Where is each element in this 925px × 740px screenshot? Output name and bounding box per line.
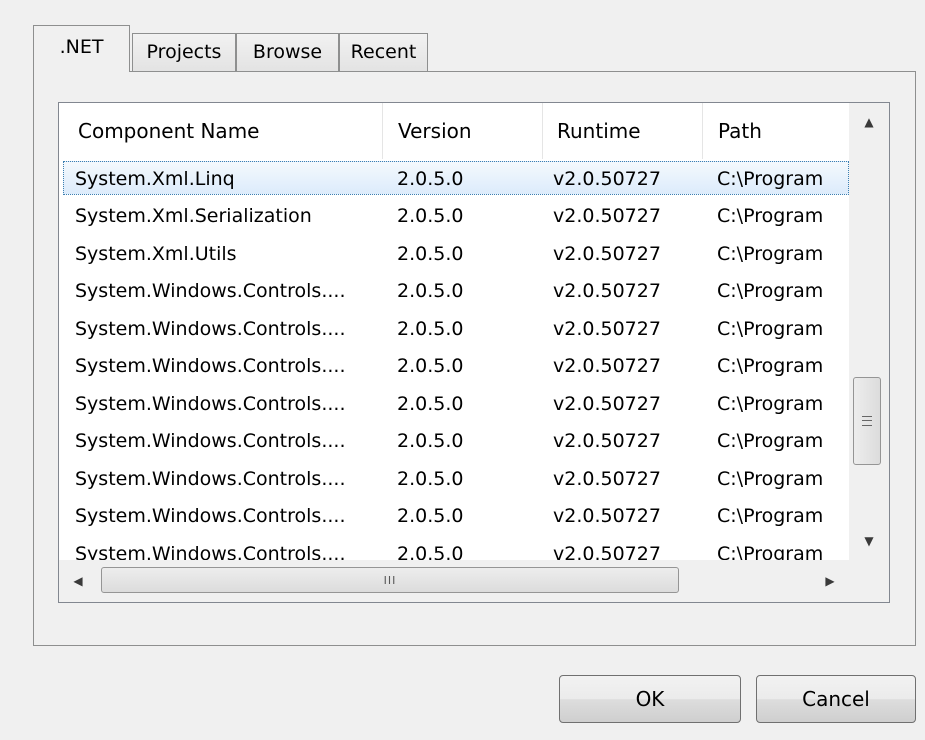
grip-icon: III bbox=[383, 573, 397, 587]
tab-dotnet[interactable]: .NET bbox=[33, 25, 130, 72]
cancel-button[interactable]: Cancel bbox=[756, 675, 916, 723]
vertical-scrollbar[interactable]: ▲ ▼ bbox=[849, 103, 889, 560]
column-header-version[interactable]: Version bbox=[383, 103, 543, 159]
component-name-cell: System.Xml.Serialization bbox=[75, 205, 312, 227]
list-item[interactable]: System.Xml.Utils 2.0.5.0 v2.0.50727 C:\Prog… bbox=[59, 235, 849, 272]
component-name-cell: System.Windows.Controls.... bbox=[75, 280, 346, 302]
version-cell: 2.0.5.0 bbox=[397, 280, 464, 302]
component-name-cell: System.Windows.Controls.... bbox=[75, 505, 346, 527]
tab-recent[interactable]: Recent bbox=[339, 33, 428, 71]
tab-recent-label: Recent bbox=[350, 41, 417, 63]
component-name-cell: System.Xml.Utils bbox=[75, 242, 237, 265]
column-header-path[interactable]: Path bbox=[703, 103, 849, 159]
ok-button[interactable]: OK bbox=[559, 675, 741, 723]
list-item[interactable]: System.Windows.Controls.... 2.0.5.0 v2.0.5… bbox=[59, 348, 849, 385]
grip-icon bbox=[862, 416, 872, 426]
version-cell: 2.0.5.0 bbox=[397, 242, 464, 265]
version-cell: 2.0.5.0 bbox=[397, 467, 464, 490]
column-header-label: Path bbox=[718, 119, 762, 143]
column-header-runtime[interactable]: Runtime bbox=[543, 103, 703, 159]
tab-browse[interactable]: Browse bbox=[236, 33, 339, 71]
runtime-cell: v2.0.50727 bbox=[553, 167, 661, 190]
path-cell: C:\Program bbox=[717, 392, 824, 415]
list-item[interactable]: System.Windows.Controls.... 2.0.5.0 v2.0.5… bbox=[59, 310, 849, 347]
list-item[interactable]: System.Windows.Controls.... 2.0.5.0 v2.0.5… bbox=[59, 385, 849, 422]
column-header-label: Runtime bbox=[557, 119, 641, 143]
path-cell: C:\Program bbox=[717, 430, 824, 452]
scroll-up-arrow-icon[interactable]: ▲ bbox=[849, 103, 889, 141]
component-name-cell: System.Windows.Controls.... bbox=[75, 392, 346, 415]
path-cell: C:\Program bbox=[717, 205, 824, 227]
runtime-cell: v2.0.50727 bbox=[553, 205, 661, 227]
list-item[interactable]: System.Windows.Controls.... 2.0.5.0 v2.0.5… bbox=[59, 273, 849, 310]
tab-browse-label: Browse bbox=[252, 41, 323, 63]
runtime-cell: v2.0.50727 bbox=[553, 505, 661, 527]
list-item[interactable]: System.Windows.Controls.... 2.0.5.0 v2.0.5… bbox=[59, 423, 849, 460]
column-header-component-name[interactable]: Component Name bbox=[59, 103, 383, 159]
runtime-cell: v2.0.50727 bbox=[553, 392, 661, 415]
list-item[interactable]: System.Xml.Linq 2.0.5.0 v2.0.50727 C:\Progr… bbox=[59, 160, 849, 197]
runtime-cell: v2.0.50727 bbox=[553, 467, 661, 490]
runtime-cell: v2.0.50727 bbox=[553, 280, 661, 302]
version-cell: 2.0.5.0 bbox=[397, 392, 464, 415]
column-header-label: Version bbox=[398, 119, 472, 143]
horizontal-scrollbar[interactable]: ◀ III ▶ bbox=[59, 560, 849, 602]
version-cell: 2.0.5.0 bbox=[397, 167, 464, 190]
path-cell: C:\Program bbox=[717, 467, 824, 490]
runtime-cell: v2.0.50727 bbox=[553, 430, 661, 452]
tab-dotnet-label: .NET bbox=[59, 36, 104, 58]
tab-projects[interactable]: Projects bbox=[132, 33, 236, 71]
version-cell: 2.0.5.0 bbox=[397, 355, 464, 377]
path-cell: C:\Program bbox=[717, 242, 824, 265]
runtime-cell: v2.0.50727 bbox=[553, 242, 661, 265]
version-cell: 2.0.5.0 bbox=[397, 430, 464, 452]
path-cell: C:\Program bbox=[717, 355, 824, 377]
component-name-cell: System.Windows.Controls.... bbox=[75, 355, 346, 377]
list-item[interactable]: System.Windows.Controls.... 2.0.5.0 v2.0.5… bbox=[59, 498, 849, 535]
list-item[interactable]: System.Windows.Controls.... 2.0.5.0 v2.0.5… bbox=[59, 460, 849, 497]
scrollbar-corner bbox=[849, 560, 889, 602]
list-item[interactable]: System.Xml.Serialization 2.0.5.0 v2.0.5072… bbox=[59, 198, 849, 235]
version-cell: 2.0.5.0 bbox=[397, 317, 464, 340]
version-cell: 2.0.5.0 bbox=[397, 205, 464, 227]
component-name-cell: System.Windows.Controls.... bbox=[75, 430, 346, 452]
component-name-cell: System.Windows.Controls.... bbox=[75, 317, 346, 340]
list-header: Component Name Version Runtime Path bbox=[59, 103, 849, 159]
column-header-label: Component Name bbox=[78, 119, 260, 143]
runtime-cell: v2.0.50727 bbox=[553, 355, 661, 377]
path-cell: C:\Program bbox=[717, 167, 824, 190]
path-cell: C:\Program bbox=[717, 505, 824, 527]
path-cell: C:\Program bbox=[717, 317, 824, 340]
scroll-right-arrow-icon[interactable]: ▶ bbox=[811, 560, 849, 602]
horizontal-scroll-thumb[interactable]: III bbox=[101, 567, 679, 593]
component-list[interactable]: Component Name Version Runtime Path Syst… bbox=[58, 102, 890, 603]
vertical-scroll-thumb[interactable] bbox=[853, 377, 881, 465]
scroll-down-arrow-icon[interactable]: ▼ bbox=[849, 522, 889, 560]
path-cell: C:\Program bbox=[717, 280, 824, 302]
component-name-cell: System.Xml.Linq bbox=[75, 167, 235, 190]
ok-button-label: OK bbox=[635, 687, 665, 711]
tab-projects-label: Projects bbox=[146, 41, 222, 63]
version-cell: 2.0.5.0 bbox=[397, 505, 464, 527]
component-name-cell: System.Windows.Controls.... bbox=[75, 467, 346, 490]
runtime-cell: v2.0.50727 bbox=[553, 317, 661, 340]
cancel-button-label: Cancel bbox=[802, 687, 870, 711]
scroll-left-arrow-icon[interactable]: ◀ bbox=[59, 560, 97, 602]
